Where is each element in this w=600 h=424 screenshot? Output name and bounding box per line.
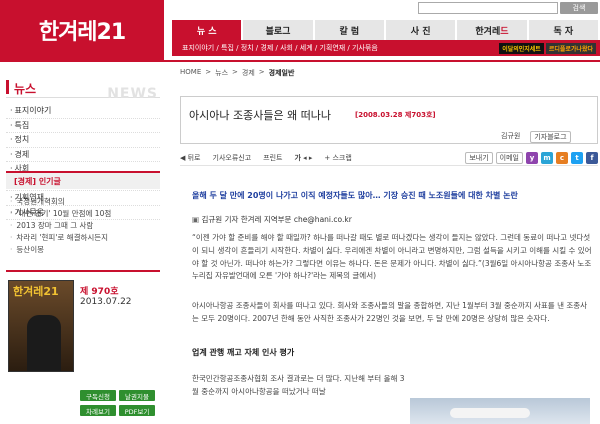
sidebar-item-politics[interactable]: 정치 [6,133,160,148]
magazine-issue: 제 970호 [80,287,119,297]
contents-button[interactable]: 차례보기 [80,405,116,416]
single-issue-button[interactable]: 날권지물 [119,390,155,401]
send-button[interactable]: 보내기 [465,151,493,164]
report-error-link[interactable]: 기사오류신고 [213,153,252,163]
subscribe-button[interactable]: 구독신청 [80,390,116,401]
font-size-control[interactable]: 가 ◂ ▸ [294,153,312,163]
popular-item[interactable]: 차라리 '현피'로 해결하시든지 [10,231,160,243]
promo-banner-1[interactable]: 이달의인지세트 [499,42,544,54]
tab-news[interactable]: 뉴 스 [172,20,244,40]
article-toolbar: ◀ 뒤로 기사오류신고 프린트 가 ◂ ▸ + 스크랩 보내기 이메일 y m … [180,151,598,166]
article-paragraph: “이젠 가야 할 준비를 해야 할 때일까? 하나를 떠나갈 때도 별로 떠나겠… [192,233,592,281]
sub-nav: 표지이야기 / 특집 / 정치 / 경제 / 사회 / 세계 / 기획연재 / … [172,40,600,56]
tab-label-main: 한겨레 [475,26,501,37]
breadcrumb-sep: > [232,68,238,76]
breadcrumb-sep: > [205,68,212,76]
twitter-icon[interactable]: t [571,151,583,164]
breadcrumb-current: 경제일반 [268,69,295,77]
magazine-box: 한겨레21 제 970호 2013.07.22 구독신청 날권지물 차례보기 P… [6,270,160,424]
share-tools: 보내기 이메일 y m c t f [465,151,598,164]
article-issue: [2008.03.28 제703호] [355,111,436,119]
tab-blog[interactable]: 블로그 [243,20,315,40]
article-header: 아시아나 조종사들은 왜 떠나나 [2008.03.28 제703호] 김규원 … [180,96,598,144]
article-deck: 올해 두 달 만에 20명이 나가고 이직 예정자들도 많아… 기장 승진 때 … [192,191,518,200]
back-button[interactable]: ◀ 뒤로 [180,153,201,163]
cover-photo [27,315,61,371]
magazine-cover[interactable]: 한겨레21 [8,280,74,372]
logo-text: 한겨레21 [38,20,126,45]
promo-banner-2[interactable]: 르디플로가나왔다 [545,42,596,54]
pdf-button[interactable]: PDF보기 [119,405,155,416]
magazine-date: 2013.07.22 [80,297,132,307]
popular-item[interactable]: 국정원개혁회의 [10,195,160,207]
sidebar-title: 뉴스 [14,82,37,96]
sidebar-header: 뉴스 NEWS [6,74,160,102]
breadcrumb-home[interactable]: HOME [180,68,201,78]
me2day-icon[interactable]: m [541,151,553,164]
tab-hankyoreh-red[interactable]: 한겨레 드 [457,20,529,40]
airplane-image [450,408,530,418]
cyworld-icon[interactable]: c [556,151,568,164]
search-input[interactable] [418,2,558,14]
popular-item[interactable]: 등산이몽 [10,243,160,255]
breadcrumb-news[interactable]: 뉴스 [215,68,228,78]
print-button[interactable]: 프린트 [263,153,282,163]
breadcrumb-sep: > [258,68,265,76]
facebook-icon[interactable]: f [586,151,598,164]
header-divider [0,60,600,62]
tab-reader[interactable]: 독 자 [528,20,600,40]
font-size-label: 가 [294,153,301,162]
main-nav: 뉴 스 블로그 칼 럼 사 진 한겨레 드 독 자 [172,20,600,40]
article-reporter[interactable]: 김규원 기자 한겨레 지역부문 che@hani.co.kr [192,214,351,225]
author-name[interactable]: 김규원 [501,131,520,143]
article-byline: 김규원 기자블로그 [501,131,571,143]
article-subhead: 업계 관행 깨고 자체 인사 평가 [192,348,295,357]
sidebar-item-economy[interactable]: 경제 [6,148,160,162]
article-paragraph: 아시아나항공 조종사들이 회사를 떠나고 있다. 회사와 조종사들의 말을 종합… [192,301,588,323]
email-button[interactable]: 이메일 [495,151,523,164]
yozm-icon[interactable]: y [526,151,538,164]
breadcrumb-economy[interactable]: 경제 [242,68,255,78]
popular-header: [경제] 인기글 [6,171,160,189]
article-photo [410,398,590,424]
subnav-links[interactable]: 표지이야기 / 특집 / 정치 / 경제 / 사회 / 세계 / 기획연재 / … [182,43,378,53]
scrap-button[interactable]: + 스크랩 [324,153,351,163]
tab-label-accent: 드 [500,26,509,37]
sidebar-watermark: NEWS [107,86,158,102]
article-paragraph: 한국민간항공조종사협회 조사 결과로는 더 많다. 지난해 부터 올해 3월 중… [192,374,405,396]
search-button[interactable]: 검색 [560,2,598,14]
tab-photo[interactable]: 사 진 [385,20,458,40]
sidebar-accent-bar [6,80,9,94]
sidebar-item-cover-story[interactable]: 표지이야기 [6,104,160,119]
reporter-list-link[interactable]: 기자블로그 [530,131,571,143]
breadcrumb: HOME > 뉴스 > 경제 > 경제일반 [180,68,294,78]
popular-list: 국정원개혁회의 '대면 연기' 10월 만점에 10점 2013 장마 그때 그… [10,195,160,255]
popular-item[interactable]: 2013 장마 그때 그 사람 [10,219,160,231]
banner-group: 이달의인지세트 르디플로가나왔다 [499,42,600,54]
magazine-cover-title: 한겨레21 [13,285,59,298]
site-logo[interactable]: 한겨레21 [0,0,164,60]
tab-column[interactable]: 칼 럼 [314,20,386,40]
popular-item[interactable]: '대면 연기' 10월 만점에 10점 [10,207,160,219]
sidebar-item-special[interactable]: 특집 [6,119,160,133]
article-title: 아시아나 조종사들은 왜 떠나나 [189,109,332,122]
